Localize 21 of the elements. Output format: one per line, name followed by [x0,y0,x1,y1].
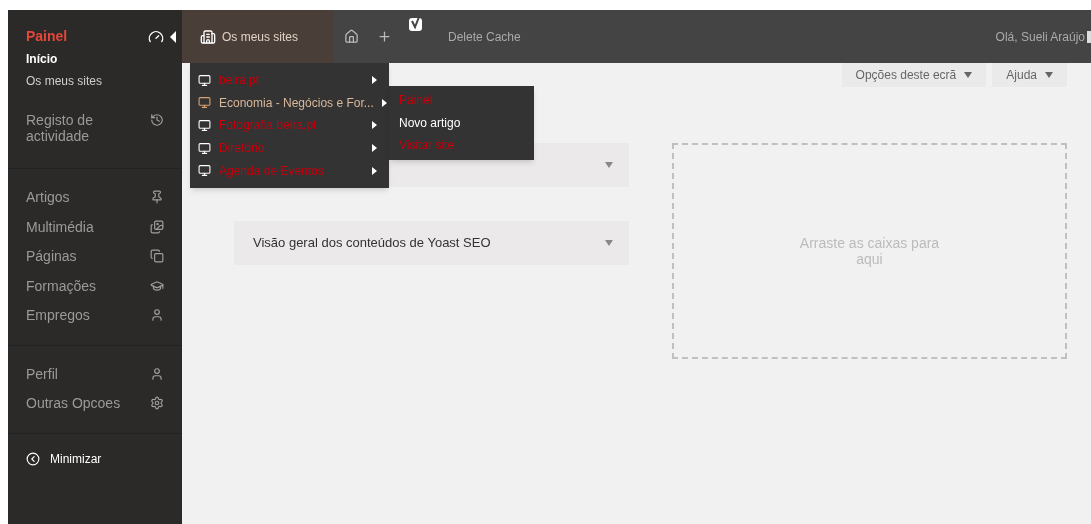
menu-heading[interactable]: Painel [26,26,68,47]
submenu-item[interactable]: Novo artigo [389,111,534,134]
submenu-link[interactable]: Os meus sites [26,72,182,90]
menu-item[interactable]: Multimédia [8,212,182,242]
widget-title: Visão geral dos conteúdos de Yoast SEO [253,234,491,253]
menu-item[interactable]: Formações [8,271,182,301]
delete-cache-link[interactable]: Delete Cache [448,27,521,46]
menu-item[interactable]: Páginas [8,242,182,272]
menu-item[interactable]: Perfil [8,359,182,389]
submenu-link[interactable]: Início [26,50,182,68]
site-menu-item[interactable]: Economia - Negócios e For... [190,91,389,115]
collapse-menu-button[interactable]: Minimizar [8,433,182,468]
menu-item[interactable]: Artigos [8,183,182,213]
menu-item[interactable]: Registo de actividade [8,106,182,148]
menu-item[interactable]: Outras Opcoes [8,389,182,419]
screen-tab-button[interactable]: Opções deste ecrã [841,63,987,87]
account-greeting[interactable]: Olá, Sueli Araújo [995,27,1085,46]
my-sites-menu[interactable]: Os meus sites [182,10,334,63]
dashboard-widget[interactable]: Visão geral dos conteúdos de Yoast SEO [234,221,629,265]
screen-tab-button[interactable]: Ajuda [992,63,1067,87]
menu-item[interactable]: Empregos [8,301,182,331]
